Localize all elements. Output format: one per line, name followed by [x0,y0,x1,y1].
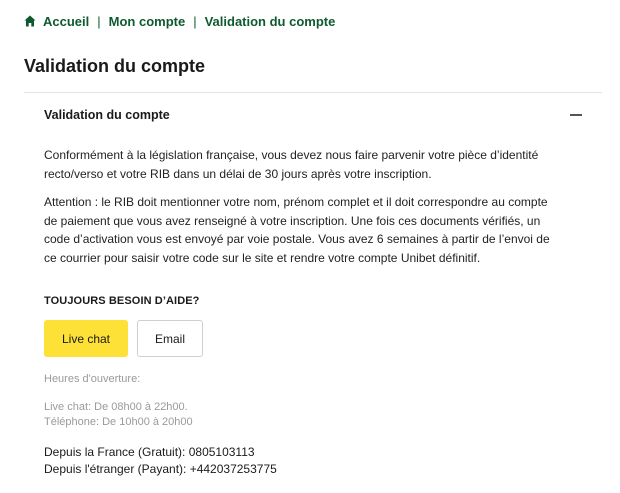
phone-abroad-label: Depuis l'étranger (Payant): [44,462,190,476]
home-icon[interactable] [24,15,36,27]
rib-attention-paragraph: Attention : le RIB doit mentionner votre… [44,195,550,265]
phone-france-number[interactable]: 0805103113 [189,445,255,459]
identity-documents-paragraph: Conformément à la législation française,… [44,148,539,181]
breadcrumb-current: Validation du compte [204,13,336,29]
phone-abroad: Depuis l'étranger (Payant): +44203725377… [44,461,277,478]
breadcrumb-home-link[interactable]: Accueil [43,14,89,29]
minus-icon[interactable] [570,114,582,116]
breadcrumb: Accueil | Mon compte | Validation du com… [24,12,335,30]
email-button[interactable]: Email [137,320,203,357]
phone-france-label: Depuis la France (Gratuit): [44,445,189,459]
phone-hours: Téléphone: De 10h00 à 20h00 [44,416,193,428]
accordion-title: Validation du compte [44,108,170,122]
page: Accueil | Mon compte | Validation du com… [0,0,620,493]
live-chat-hours: Live chat: De 08h00 à 22h00. [44,401,188,413]
help-heading: TOUJOURS BESOIN D’AIDE? [44,295,200,307]
breadcrumb-separator: | [193,13,197,29]
phone-abroad-number[interactable]: +442037253775 [190,462,277,476]
opening-hours-label: Heures d'ouverture: [44,373,141,385]
accordion-header[interactable]: Validation du compte [24,93,602,137]
breadcrumb-account-link[interactable]: Mon compte [109,14,186,29]
phone-france: Depuis la France (Gratuit): 0805103113 [44,444,255,461]
page-title: Validation du compte [24,56,206,76]
live-chat-button[interactable]: Live chat [44,320,128,357]
breadcrumb-separator: | [97,13,101,29]
validation-accordion: Validation du compte Conformément à la l… [24,93,602,476]
